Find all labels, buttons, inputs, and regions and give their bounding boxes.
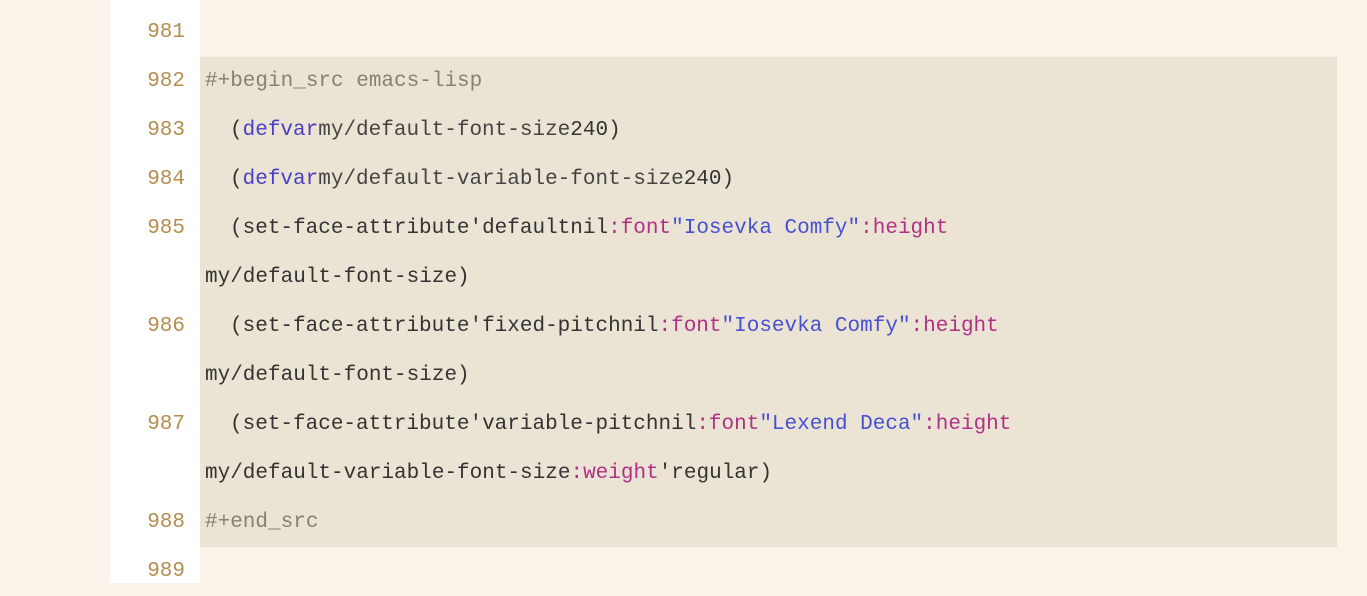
- variable-name: my/default-font-size: [318, 116, 570, 145]
- quote: ': [659, 459, 672, 488]
- code-line: #+end_src: [200, 498, 1337, 547]
- string-literal: "Iosevka Comfy": [671, 214, 860, 243]
- variable-ref: my/default-variable-font-size: [205, 459, 570, 488]
- quote: ': [469, 312, 482, 341]
- code-line: (set-face-attribute 'fixed-pitch nil :fo…: [200, 302, 1337, 351]
- line-number: 984: [110, 155, 185, 204]
- code-line: [200, 8, 1337, 57]
- code-line: #+begin_src emacs-lisp: [200, 57, 1337, 106]
- function-call: set-face-attribute: [243, 214, 470, 243]
- left-margin: [20, 0, 110, 583]
- paren: ): [760, 459, 773, 488]
- paren: (: [230, 116, 243, 145]
- variable-ref: my/default-font-size): [205, 361, 470, 390]
- keyword-attr: :height: [911, 312, 999, 341]
- line-number: 987: [110, 400, 185, 449]
- paren: ): [608, 116, 621, 145]
- code-line: (defvar my/default-font-size 240): [200, 106, 1337, 155]
- keyword-attr: :font: [659, 312, 722, 341]
- line-number-wrap: [110, 449, 185, 498]
- line-number-wrap: [110, 351, 185, 400]
- symbol-literal: regular: [671, 459, 759, 488]
- paren: (: [230, 410, 243, 439]
- quote: ': [469, 214, 482, 243]
- line-number: 983: [110, 106, 185, 155]
- code-line-wrap: my/default-font-size): [200, 351, 1337, 400]
- org-directive: #+end_src: [205, 508, 318, 537]
- number-literal: 240: [570, 116, 608, 145]
- code-editor: 981 982 983 984 985 986 987 988 989 #+be…: [0, 0, 1367, 583]
- line-number: 981: [110, 8, 185, 57]
- face-name: fixed-pitch: [482, 312, 621, 341]
- number-literal: 240: [684, 165, 722, 194]
- nil: nil: [659, 410, 697, 439]
- face-name: default: [482, 214, 570, 243]
- variable-ref: my/default-font-size): [205, 263, 470, 292]
- line-number: 988: [110, 498, 185, 547]
- keyword-defvar: defvar: [243, 165, 319, 194]
- code-line: [200, 547, 1337, 596]
- code-content[interactable]: #+begin_src emacs-lisp (defvar my/defaul…: [200, 0, 1367, 583]
- function-call: set-face-attribute: [243, 312, 470, 341]
- keyword-attr: :font: [608, 214, 671, 243]
- string-literal: "Lexend Deca": [759, 410, 923, 439]
- quote: ': [469, 410, 482, 439]
- nil: nil: [570, 214, 608, 243]
- keyword-attr: :height: [923, 410, 1011, 439]
- paren: (: [230, 312, 243, 341]
- keyword-attr: :weight: [570, 459, 658, 488]
- org-directive: #+begin_src emacs-lisp: [205, 67, 482, 96]
- code-line: (set-face-attribute 'variable-pitch nil …: [200, 400, 1337, 449]
- line-number: 989: [110, 547, 185, 596]
- line-number-gutter: 981 982 983 984 985 986 987 988 989: [110, 0, 200, 583]
- nil: nil: [621, 312, 659, 341]
- function-call: set-face-attribute: [243, 410, 470, 439]
- code-line-wrap: my/default-font-size): [200, 253, 1337, 302]
- paren: (: [230, 165, 243, 194]
- code-line: (defvar my/default-variable-font-size 24…: [200, 155, 1337, 204]
- keyword-attr: :height: [860, 214, 948, 243]
- code-line-wrap: my/default-variable-font-size :weight 'r…: [200, 449, 1337, 498]
- line-number: 982: [110, 57, 185, 106]
- line-number: 985: [110, 204, 185, 253]
- line-number: 986: [110, 302, 185, 351]
- code-line: (set-face-attribute 'default nil :font "…: [200, 204, 1337, 253]
- variable-name: my/default-variable-font-size: [318, 165, 683, 194]
- paren: (: [230, 214, 243, 243]
- string-literal: "Iosevka Comfy": [722, 312, 911, 341]
- face-name: variable-pitch: [482, 410, 658, 439]
- keyword-defvar: defvar: [243, 116, 319, 145]
- paren: ): [722, 165, 735, 194]
- keyword-attr: :font: [696, 410, 759, 439]
- line-number-wrap: [110, 253, 185, 302]
